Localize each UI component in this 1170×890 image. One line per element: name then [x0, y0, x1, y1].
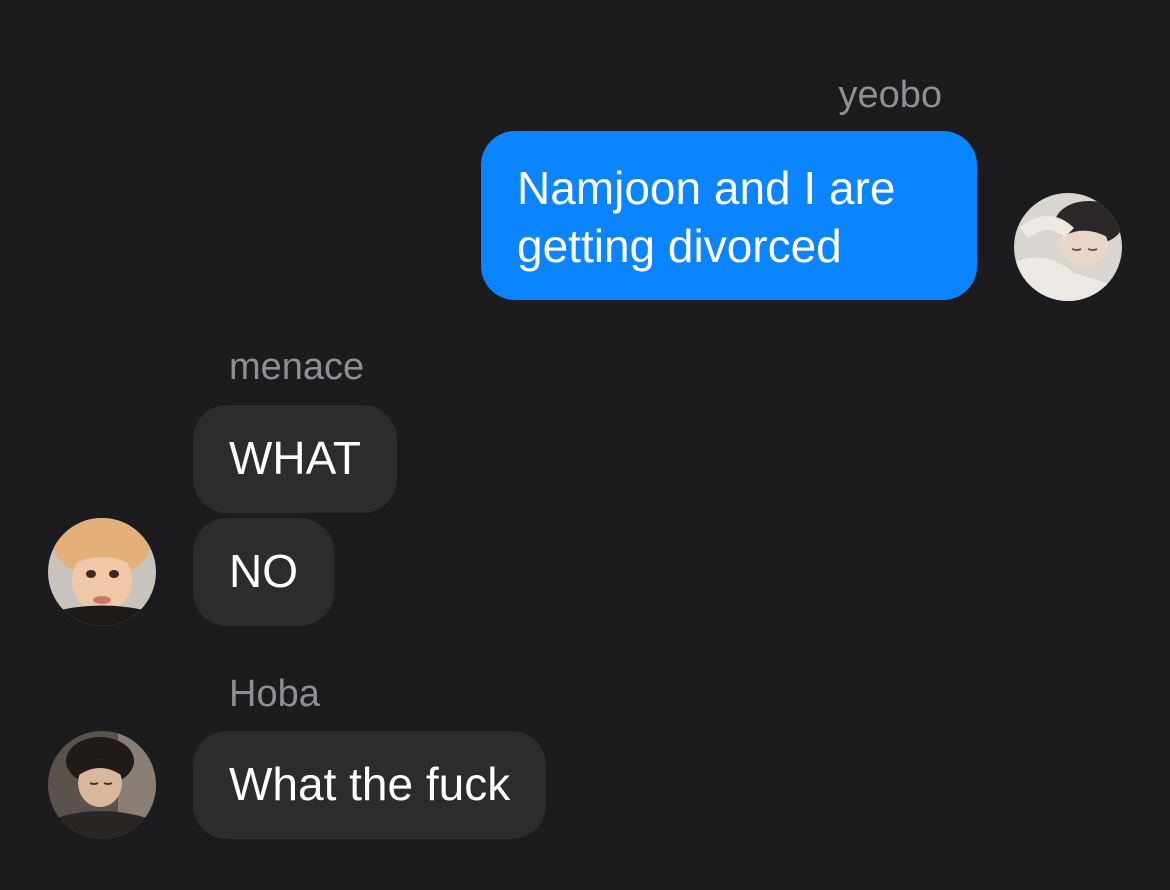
- message-bubble-incoming[interactable]: WHAT: [193, 405, 398, 513]
- message-bubble-incoming[interactable]: What the fuck: [193, 731, 547, 839]
- message-text: NO: [229, 545, 298, 597]
- person-dark-hair-avatar-icon: [48, 731, 156, 839]
- message-bubble-outgoing[interactable]: Namjoon and I are getting divorced: [481, 131, 977, 300]
- person-blonde-avatar-icon: [48, 518, 156, 626]
- message-bubble-incoming[interactable]: NO: [193, 518, 334, 626]
- sender-name-hoba: Hoba: [229, 673, 320, 715]
- avatar-menace[interactable]: [48, 518, 156, 626]
- person-sleeping-avatar-icon: [1014, 193, 1122, 301]
- sender-name-menace: menace: [229, 346, 365, 388]
- message-text: Namjoon and I are getting divorced: [517, 162, 896, 272]
- avatar-yeobo[interactable]: [1014, 193, 1122, 301]
- message-text: WHAT: [229, 432, 362, 484]
- avatar-hoba[interactable]: [48, 731, 156, 839]
- sender-name-yeobo: yeobo: [838, 74, 942, 116]
- message-text: What the fuck: [229, 758, 511, 810]
